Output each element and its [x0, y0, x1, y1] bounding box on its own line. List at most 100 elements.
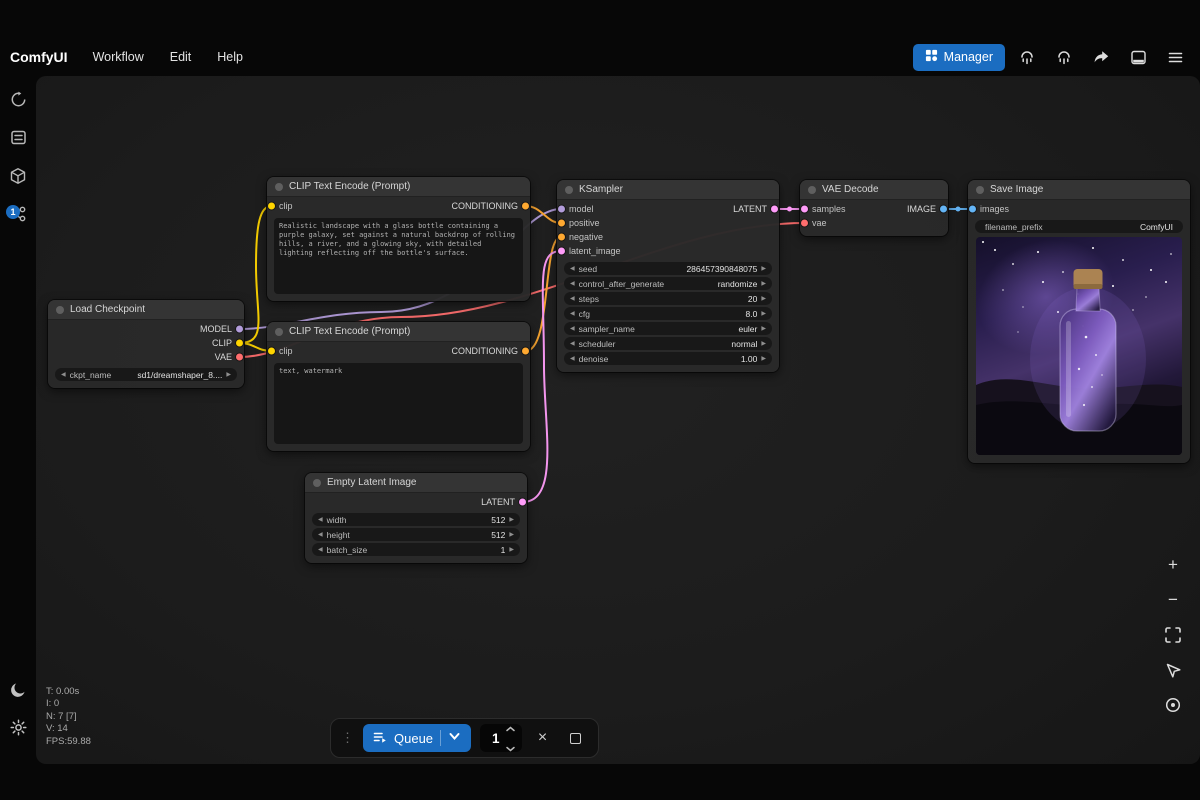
widget-denoise[interactable]: denoise 1.00 [564, 352, 772, 365]
chevron-down-icon[interactable] [448, 730, 461, 746]
node-ksampler[interactable]: KSampler model LATENT positive [557, 180, 779, 372]
input-slot-samples[interactable] [801, 206, 808, 213]
widget-steps[interactable]: steps 20 [564, 292, 772, 305]
next-value-icon[interactable] [509, 532, 514, 538]
widget-height[interactable]: height 512 [312, 528, 520, 541]
widget-seed[interactable]: seed 286457390848075 [564, 262, 772, 275]
widget-cfg[interactable]: cfg 8.0 [564, 307, 772, 320]
output-slot-conditioning[interactable] [522, 348, 529, 355]
output-slot-latent[interactable] [519, 499, 526, 506]
menu-help[interactable]: Help [204, 42, 256, 72]
input-slot-clip[interactable] [268, 203, 275, 210]
prev-value-icon[interactable] [318, 517, 323, 523]
prev-value-icon[interactable] [61, 372, 66, 378]
input-slot-clip[interactable] [268, 348, 275, 355]
output-slot-clip[interactable] [236, 340, 243, 347]
node-header[interactable]: Load Checkpoint [48, 300, 244, 320]
node-load-checkpoint[interactable]: Load Checkpoint MODEL CLIP VAE [48, 300, 244, 388]
node-empty-latent-image[interactable]: Empty Latent Image LATENT width 512 [305, 473, 527, 563]
fit-view-button[interactable] [1160, 622, 1186, 648]
collapse-dot-icon[interactable] [313, 479, 321, 487]
output-slot-model[interactable] [236, 326, 243, 333]
prev-value-icon[interactable] [570, 281, 575, 287]
next-value-icon[interactable] [761, 341, 766, 347]
node-clip-text-encode-negative[interactable]: CLIP Text Encode (Prompt) clip CONDITION… [267, 322, 530, 451]
zoom-out-button[interactable]: − [1160, 587, 1186, 613]
node-clip-text-encode-positive[interactable]: CLIP Text Encode (Prompt) clip CONDITION… [267, 177, 530, 301]
collapse-dot-icon[interactable] [56, 306, 64, 314]
output-slot-vae[interactable] [236, 354, 243, 361]
sidebar-workflows-button[interactable]: 1 [3, 200, 33, 230]
settings-button[interactable] [3, 714, 33, 744]
collapse-dot-icon[interactable] [275, 183, 283, 191]
generated-image-preview[interactable] [976, 237, 1182, 455]
output-slot-latent[interactable] [771, 206, 778, 213]
queue-button[interactable]: Queue [363, 724, 471, 752]
prev-value-icon[interactable] [570, 311, 575, 317]
node-header[interactable]: VAE Decode [800, 180, 948, 200]
next-value-icon[interactable] [226, 372, 231, 378]
prompt-textarea[interactable]: text, watermark [274, 363, 523, 444]
menu-icon[interactable] [1160, 43, 1190, 71]
zoom-in-button[interactable]: + [1160, 552, 1186, 578]
sidebar-queue-button[interactable] [3, 124, 33, 154]
share-icon[interactable] [1086, 43, 1116, 71]
widget-batch-size[interactable]: batch_size 1 [312, 543, 520, 556]
menu-workflow[interactable]: Workflow [80, 42, 157, 72]
widget-filename-prefix[interactable]: filename_prefix ComfyUI [975, 220, 1183, 233]
menu-edit[interactable]: Edit [157, 42, 205, 72]
drag-handle[interactable]: ⋮ [341, 730, 354, 746]
collapse-dot-icon[interactable] [808, 186, 816, 194]
widget-control-after-generate[interactable]: control_after_generate randomize [564, 277, 772, 290]
node-canvas[interactable]: Load Checkpoint MODEL CLIP VAE [36, 76, 1200, 764]
input-slot-negative[interactable] [558, 234, 565, 241]
node-header[interactable]: KSampler [557, 180, 779, 200]
widget-width[interactable]: width 512 [312, 513, 520, 526]
next-value-icon[interactable] [509, 547, 514, 553]
prev-value-icon[interactable] [570, 296, 575, 302]
node-header[interactable]: Save Image [968, 180, 1190, 200]
select-mode-button[interactable] [1160, 657, 1186, 683]
prev-value-icon[interactable] [570, 356, 575, 362]
node-vae-decode[interactable]: VAE Decode samples IMAGE vae [800, 180, 948, 236]
input-slot-model[interactable] [558, 206, 565, 213]
increment-icon[interactable] [506, 719, 515, 737]
prev-value-icon[interactable] [570, 341, 575, 347]
app-logo[interactable]: ComfyUI [8, 49, 80, 65]
sidebar-model-library-button[interactable] [3, 162, 33, 192]
next-value-icon[interactable] [761, 296, 766, 302]
collapse-dot-icon[interactable] [976, 186, 984, 194]
manager-button[interactable]: Manager [913, 44, 1005, 71]
theme-toggle-button[interactable] [3, 676, 33, 706]
next-value-icon[interactable] [761, 266, 766, 272]
output-slot-conditioning[interactable] [522, 203, 529, 210]
input-slot-positive[interactable] [558, 220, 565, 227]
waterfall-icon-2[interactable] [1049, 43, 1079, 71]
next-value-icon[interactable] [761, 281, 766, 287]
batch-count-spinner[interactable]: 1 [480, 724, 522, 752]
input-slot-images[interactable] [969, 206, 976, 213]
next-value-icon[interactable] [509, 517, 514, 523]
cancel-run-button[interactable]: × [531, 725, 555, 751]
node-header[interactable]: Empty Latent Image [305, 473, 527, 493]
output-slot-image[interactable] [940, 206, 947, 213]
stop-button[interactable] [564, 725, 588, 751]
decrement-icon[interactable] [506, 739, 515, 757]
collapse-dot-icon[interactable] [275, 328, 283, 336]
prev-value-icon[interactable] [318, 547, 323, 553]
focus-mode-button[interactable] [1160, 692, 1186, 718]
next-value-icon[interactable] [761, 326, 766, 332]
node-header[interactable]: CLIP Text Encode (Prompt) [267, 177, 530, 197]
prev-value-icon[interactable] [570, 326, 575, 332]
input-slot-latent-image[interactable] [558, 248, 565, 255]
next-value-icon[interactable] [761, 356, 766, 362]
node-header[interactable]: CLIP Text Encode (Prompt) [267, 322, 530, 342]
widget-sampler-name[interactable]: sampler_name euler [564, 322, 772, 335]
node-save-image[interactable]: Save Image images filename_prefix ComfyU… [968, 180, 1190, 463]
input-slot-vae[interactable] [801, 220, 808, 227]
widget-scheduler[interactable]: scheduler normal [564, 337, 772, 350]
prompt-textarea[interactable]: Realistic landscape with a glass bottle … [274, 218, 523, 294]
prev-value-icon[interactable] [570, 266, 575, 272]
widget-ckpt-name[interactable]: ckpt_name sd1/dreamshaper_8.... [55, 368, 237, 381]
collapse-dot-icon[interactable] [565, 186, 573, 194]
